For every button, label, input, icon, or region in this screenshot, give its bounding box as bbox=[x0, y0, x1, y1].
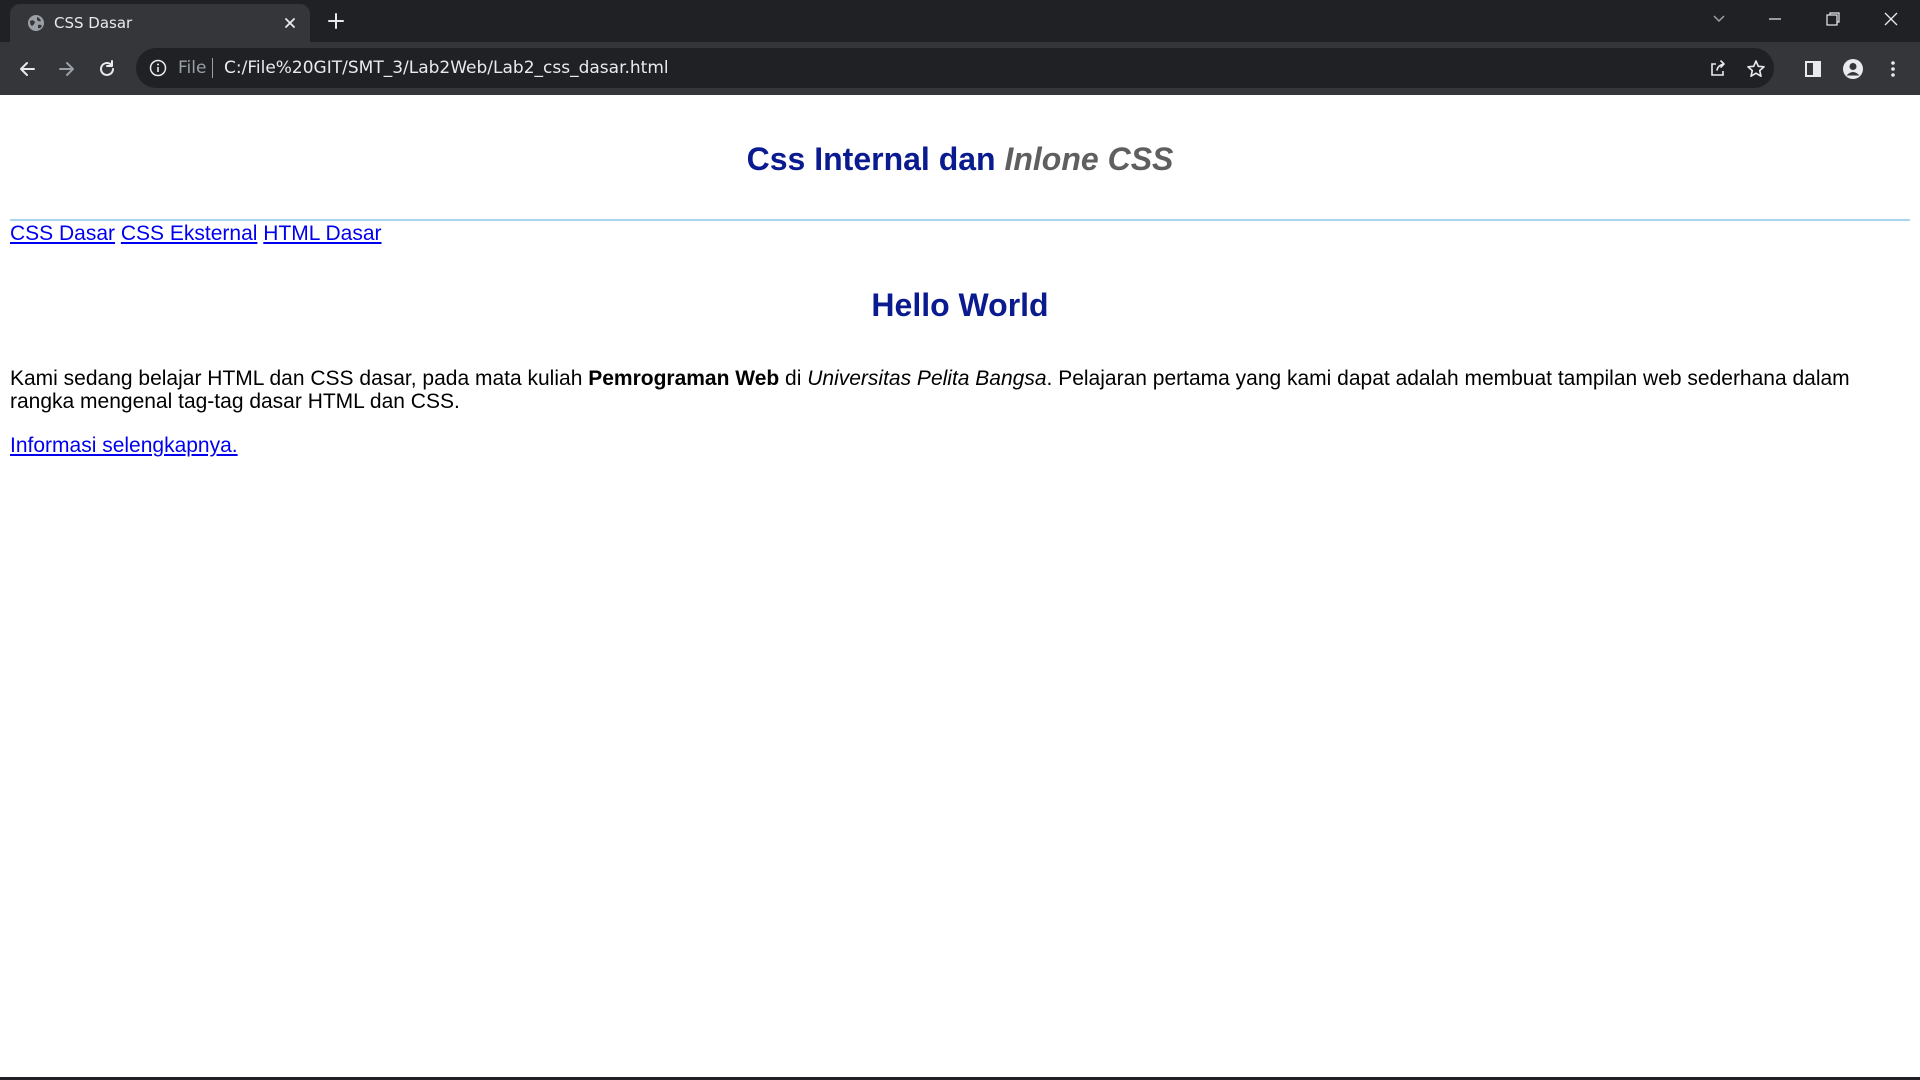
chevron-down-icon bbox=[1713, 15, 1725, 23]
address-bar[interactable]: File C:/File%20GIT/SMT_3/Lab2Web/Lab2_cs… bbox=[136, 48, 1774, 88]
paragraph-italic: Universitas Pelita Bangsa bbox=[807, 367, 1047, 390]
toolbar: File C:/File%20GIT/SMT_3/Lab2Web/Lab2_cs… bbox=[0, 42, 1920, 95]
browser-window: CSS Dasar File C:/File%20GIT/SMT_3/Lab2W… bbox=[0, 0, 1920, 1080]
close-window-icon bbox=[1884, 12, 1898, 26]
profile-button[interactable] bbox=[1838, 54, 1868, 84]
content-paragraph: Kami sedang belajar HTML dan CSS dasar, … bbox=[10, 367, 1890, 413]
reload-button[interactable] bbox=[92, 54, 122, 84]
paragraph-text-2: di bbox=[779, 367, 808, 390]
close-icon[interactable] bbox=[280, 13, 300, 33]
tab-search-button[interactable] bbox=[1696, 4, 1742, 34]
reload-icon bbox=[100, 60, 114, 76]
tab-strip: CSS Dasar bbox=[0, 0, 1920, 42]
forward-arrow-icon bbox=[59, 62, 74, 76]
forward-button[interactable] bbox=[52, 54, 82, 84]
side-panel-icon bbox=[1805, 61, 1821, 77]
more-info-link[interactable]: Informasi selengkapnya. bbox=[10, 434, 238, 457]
page-title-italic: Inlone CSS bbox=[1004, 141, 1174, 177]
address-url[interactable]: C:/File%20GIT/SMT_3/Lab2Web/Lab2_css_das… bbox=[224, 57, 669, 79]
more-info: Informasi selengkapnya. bbox=[10, 432, 238, 460]
page-title: Css Internal dan Inlone CSS bbox=[0, 139, 1920, 179]
content-heading: Hello World bbox=[871, 287, 1049, 323]
back-button[interactable] bbox=[12, 54, 42, 84]
close-window-button[interactable] bbox=[1868, 4, 1914, 34]
page-title-main: Css Internal dan bbox=[746, 141, 996, 177]
address-scheme: File bbox=[178, 58, 207, 78]
nav-link-css-dasar[interactable]: CSS Dasar bbox=[10, 222, 115, 245]
profile-icon bbox=[1843, 59, 1863, 79]
info-icon[interactable] bbox=[148, 58, 168, 78]
more-vert-icon bbox=[1891, 61, 1895, 77]
globe-icon bbox=[26, 13, 46, 33]
nav-link-css-eksternal[interactable]: CSS Eksternal bbox=[121, 222, 258, 245]
restore-icon bbox=[1826, 12, 1840, 26]
minimize-button[interactable] bbox=[1752, 4, 1798, 34]
star-icon[interactable] bbox=[1744, 57, 1768, 81]
side-panel-button[interactable] bbox=[1798, 54, 1828, 84]
minimize-icon bbox=[1769, 18, 1781, 20]
page-content: Css Internal dan Inlone CSS CSS Dasar CS… bbox=[0, 95, 1920, 1080]
paragraph-bold: Pemrograman Web bbox=[588, 367, 780, 390]
tab-title: CSS Dasar bbox=[54, 14, 133, 32]
address-separator bbox=[212, 58, 213, 78]
back-arrow-icon bbox=[20, 62, 35, 76]
new-tab-button[interactable] bbox=[322, 9, 350, 33]
nav-link-html-dasar[interactable]: HTML Dasar bbox=[263, 222, 381, 245]
restore-button[interactable] bbox=[1810, 4, 1856, 34]
paragraph-text-1: Kami sedang belajar HTML dan CSS dasar, … bbox=[10, 367, 589, 390]
menu-button[interactable] bbox=[1878, 54, 1908, 84]
tab-css-dasar[interactable]: CSS Dasar bbox=[10, 4, 310, 42]
plus-icon bbox=[328, 13, 344, 29]
nav-links: CSS Dasar CSS Eksternal HTML Dasar bbox=[10, 220, 382, 248]
share-icon[interactable] bbox=[1706, 57, 1730, 81]
